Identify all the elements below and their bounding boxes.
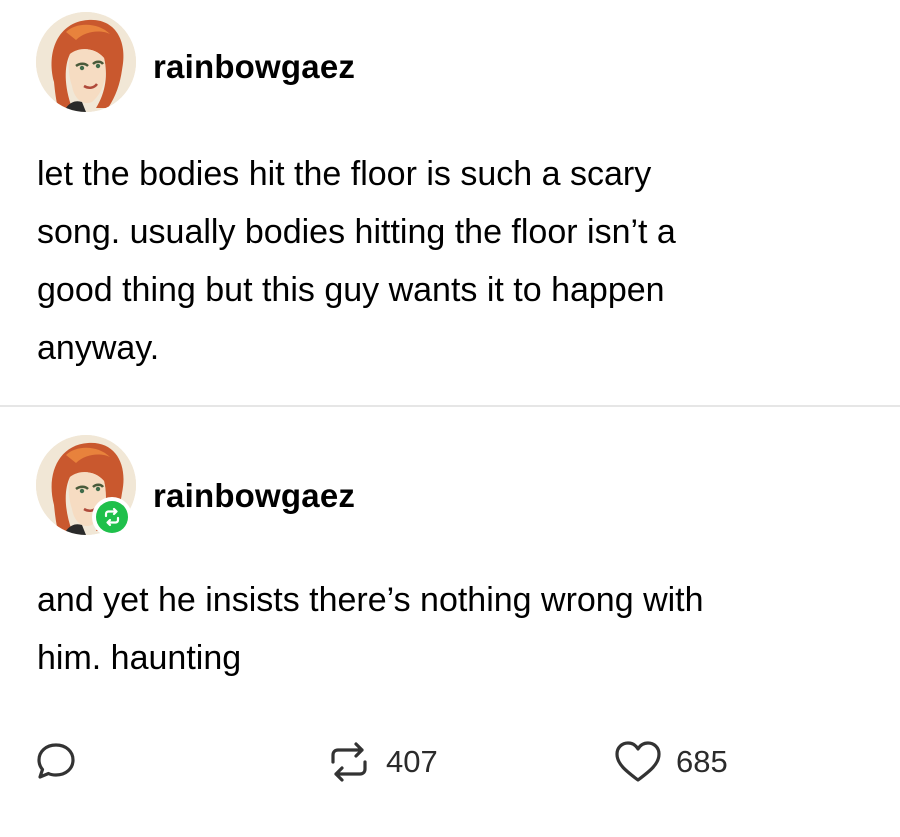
- reblog-button[interactable]: 407: [324, 732, 438, 792]
- avatar[interactable]: [36, 12, 136, 112]
- reply-button[interactable]: [34, 732, 78, 792]
- post-footer: 407 685: [0, 732, 900, 792]
- post-body-line: him. haunting: [37, 639, 242, 677]
- username[interactable]: rainbowgaez: [153, 48, 355, 86]
- username[interactable]: rainbowgaez: [153, 477, 355, 515]
- post-body: and yet he insists there’s nothing wrong…: [37, 571, 857, 687]
- post-original: rainbowgaez let the bodies hit the floor…: [0, 0, 900, 405]
- post-body-line: anyway.: [37, 329, 160, 367]
- reblog-badge: [92, 497, 132, 537]
- like-count: 685: [676, 744, 728, 779]
- reblog-icon: [96, 501, 128, 533]
- post-body-line: good thing but this guy wants it to happ…: [37, 271, 665, 309]
- reblog-icon: [331, 742, 367, 782]
- speech-bubble-icon: [37, 743, 75, 779]
- post-body-line: song. usually bodies hitting the floor i…: [37, 213, 676, 251]
- post-body: let the bodies hit the floor is such a s…: [37, 145, 857, 377]
- like-button[interactable]: 685: [612, 732, 728, 792]
- post-reblog: rainbowgaez and yet he insists there’s n…: [0, 407, 900, 837]
- post-body-line: and yet he insists there’s nothing wrong…: [37, 581, 704, 619]
- post-body-line: let the bodies hit the floor is such a s…: [37, 155, 652, 193]
- illustrated-woman-avatar-icon: [36, 12, 136, 112]
- reblog-count: 407: [386, 744, 438, 779]
- heart-icon: [615, 741, 661, 782]
